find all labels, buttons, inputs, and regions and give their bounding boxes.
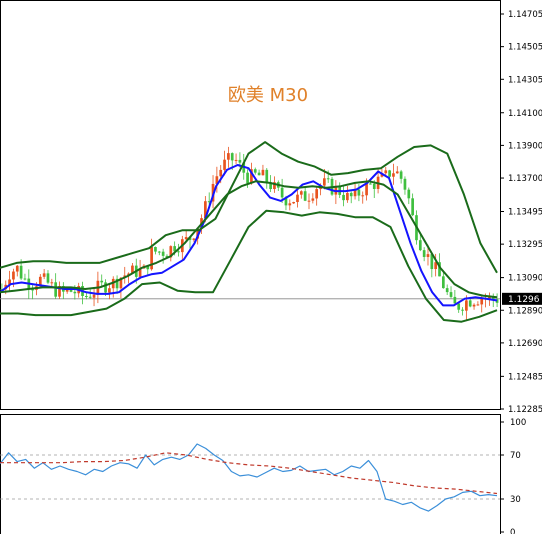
candle-body: [12, 271, 15, 280]
candle-body: [476, 304, 480, 306]
candle-body: [399, 171, 403, 179]
candle-body: [472, 304, 476, 307]
candle-body: [303, 191, 307, 201]
candle-body: [19, 265, 23, 279]
candle-body: [246, 172, 249, 184]
current-price-label: 1.1296: [502, 292, 542, 305]
candle-body: [457, 303, 461, 310]
candle-body: [100, 280, 104, 283]
candle-body: [465, 300, 468, 311]
candle-body: [161, 251, 165, 256]
candle-body: [108, 288, 111, 293]
candle-body: [219, 169, 223, 177]
candle-body: [257, 172, 261, 176]
chart-root: 1.14705 1.14505 1.14305 1.14100 1.13900 1.137…: [0, 0, 542, 538]
price-axis-tick-label: 1.14705: [508, 10, 542, 20]
candle-body: [418, 240, 422, 251]
chart-title: 欧美 M30: [228, 85, 308, 106]
oscillator-axis-tick-label: 0: [510, 528, 515, 534]
candle-body: [292, 202, 295, 204]
candle-body: [307, 200, 311, 202]
price-axis-tick-label: 1.13700: [508, 174, 542, 184]
candle-body: [323, 178, 326, 186]
candle-body: [234, 159, 238, 161]
candle-body: [253, 169, 257, 173]
candle-body: [411, 198, 414, 216]
oscillator-panel-frame: [0, 414, 501, 535]
candle-body: [384, 170, 388, 174]
candle-body: [365, 183, 368, 196]
candle-body: [449, 292, 453, 297]
price-axis-tick-label: 1.12890: [508, 306, 542, 316]
price-panel-frame: [0, 0, 501, 410]
candle-body: [357, 189, 361, 196]
candle-body: [15, 265, 19, 272]
price-axis-tick-label: 1.12690: [508, 339, 542, 349]
candle-body: [288, 203, 292, 206]
candle-body: [346, 192, 349, 201]
candle-body: [85, 296, 88, 298]
price-axis-tick-label: 1.14100: [508, 109, 542, 119]
candle-body: [445, 288, 449, 293]
candle-body: [315, 189, 319, 199]
candle-body: [299, 191, 303, 195]
candle-body: [154, 247, 157, 252]
current-price-text: 1.1296: [508, 295, 540, 305]
oscillator-axis-tick-label: 100: [510, 418, 526, 428]
price-axis-tick-label: 1.12485: [508, 372, 542, 382]
candle-body: [150, 247, 153, 270]
candle-body: [426, 254, 430, 257]
candle-body: [468, 300, 472, 307]
candle-body: [46, 273, 50, 283]
candle-body: [223, 159, 226, 170]
candle-body: [480, 298, 484, 305]
candle-body: [177, 251, 180, 253]
candle-body: [311, 198, 315, 201]
candle-body: [73, 291, 77, 294]
candle-body: [192, 238, 196, 240]
price-axis: 1.14705 1.14505 1.14305 1.14100 1.13900 1.137…: [500, 10, 542, 415]
candle-body: [395, 171, 399, 174]
candle-body: [403, 178, 407, 190]
candle-body: [184, 237, 188, 240]
candle-body: [388, 170, 391, 177]
price-axis-tick-label: 1.13090: [508, 274, 542, 284]
candle-body: [88, 296, 92, 298]
price-axis-tick-label: 1.14305: [508, 75, 542, 85]
candle-body: [42, 273, 46, 277]
candle-body: [392, 173, 395, 177]
price-axis-tick-label: 1.13900: [508, 141, 542, 151]
candle-body: [23, 278, 27, 280]
candle-body: [326, 178, 330, 180]
candle-body: [238, 159, 242, 163]
price-axis-tick-label: 1.13495: [508, 208, 542, 218]
candle-body: [54, 282, 58, 297]
candle-body: [461, 309, 464, 311]
candle-body: [227, 153, 230, 160]
oscillator-axis: 100 70 30 0: [500, 418, 526, 538]
candle-body: [441, 276, 445, 289]
oscillator-axis-tick-label: 70: [510, 451, 521, 461]
price-axis-tick-label: 1.13295: [508, 240, 542, 250]
candle-body: [280, 187, 284, 198]
candle-body: [361, 195, 365, 197]
candle-body: [261, 169, 265, 176]
price-axis-tick-label: 1.14505: [508, 43, 542, 53]
candle-body: [157, 251, 161, 253]
candle-body: [422, 250, 426, 257]
candle-body: [230, 153, 234, 161]
candle-body: [349, 192, 353, 197]
oscillator-axis-tick-label: 30: [510, 495, 521, 505]
candle-body: [265, 169, 269, 183]
candle-body: [407, 189, 411, 199]
candle-body: [372, 183, 376, 189]
candle-body: [92, 294, 96, 298]
candle-body: [369, 183, 372, 185]
candle-body: [50, 282, 54, 284]
candle-body: [296, 194, 299, 203]
price-axis-tick-label: 1.12285: [508, 405, 542, 415]
candle-body: [342, 194, 345, 201]
candle-body: [453, 296, 457, 304]
